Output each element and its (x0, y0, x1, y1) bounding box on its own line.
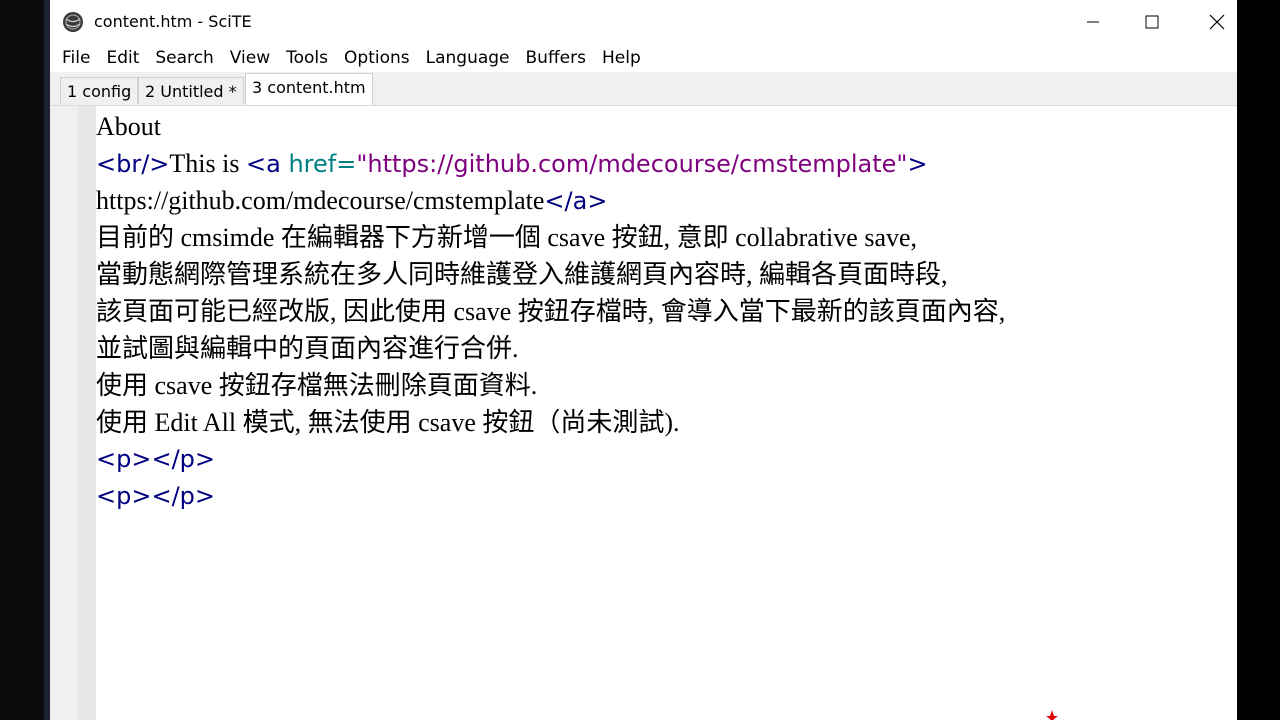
text-line-5: 當動態網際管理系統在多人同時維護登入維護網頁內容時, 編輯各頁面時段, (96, 260, 948, 289)
code-line-1: About (96, 108, 161, 145)
text-line-7: 並試圖與編輯中的頁面內容進行合併. (96, 334, 519, 363)
code-line-2: <br/>This is <a href="https://github.com… (96, 145, 928, 182)
tag-a-end: </a> (544, 187, 608, 215)
maximize-icon (1145, 15, 1159, 29)
attr-href-value: "https://github.com/mdecourse/cmstemplat… (356, 150, 908, 178)
code-line-8: 使用 csave 按鈕存檔無法刪除頁面資料. (96, 367, 537, 404)
desktop-right-edge (1237, 0, 1280, 720)
tab-content-htm[interactable]: 3 content.htm (245, 73, 373, 105)
tag-a-close-bracket: > (907, 150, 928, 178)
code-line-9: 使用 Edit All 模式, 無法使用 csave 按鈕（尚未測試). (96, 404, 680, 441)
code-line-4: 目前的 cmsimde 在編輯器下方新增一個 csave 按鈕, 意即 coll… (96, 219, 917, 256)
attr-href: href= (288, 150, 357, 178)
title-bar[interactable]: content.htm - SciTE (50, 0, 1237, 44)
text-line-6: 該頁面可能已經改版, 因此使用 csave 按鈕存檔時, 會導入當下最新的該頁面… (96, 297, 1006, 326)
minimize-button[interactable] (1065, 0, 1121, 44)
minimize-icon (1087, 21, 1099, 23)
fold-margin[interactable] (78, 106, 96, 720)
scite-window: content.htm - SciTE File Edit Search Vie… (50, 0, 1237, 720)
menu-search[interactable]: Search (147, 44, 221, 72)
code-line-11: <p></p> (96, 478, 215, 515)
window-title: content.htm - SciTE (94, 12, 252, 31)
text-line-4: 目前的 cmsimde 在編輯器下方新增一個 csave 按鈕, 意即 coll… (96, 223, 918, 252)
scite-app-icon (63, 12, 83, 32)
text-link-url: https://github.com/mdecourse/cmstemplate (96, 186, 545, 215)
menu-language[interactable]: Language (418, 44, 518, 72)
tab-config[interactable]: 1 config (60, 77, 139, 104)
buffer-tab-bar: 1 config 2 Untitled * 3 content.htm (50, 72, 1237, 106)
menu-options[interactable]: Options (336, 44, 418, 72)
tag-p-pair-2: <p></p> (96, 482, 215, 510)
menu-bar: File Edit Search View Tools Options Lang… (50, 44, 1237, 72)
menu-tools[interactable]: Tools (278, 44, 336, 72)
tag-p-pair-1: <p></p> (96, 445, 215, 473)
code-line-3: https://github.com/mdecourse/cmstemplate… (96, 182, 607, 219)
menu-buffers[interactable]: Buffers (518, 44, 594, 72)
tab-untitled[interactable]: 2 Untitled * (138, 77, 244, 104)
code-line-5: 當動態網際管理系統在多人同時維護登入維護網頁內容時, 編輯各頁面時段, (96, 256, 948, 293)
menu-edit[interactable]: Edit (98, 44, 147, 72)
line-number-margin[interactable] (50, 106, 78, 720)
red-pointer-marker-icon (1046, 710, 1058, 720)
code-line-6: 該頁面可能已經改版, 因此使用 csave 按鈕存檔時, 會導入當下最新的該頁面… (96, 293, 1005, 330)
menu-help[interactable]: Help (594, 44, 649, 72)
close-button[interactable] (1189, 0, 1237, 44)
editor-text-area[interactable]: About <br/>This is <a href="https://gith… (96, 106, 1237, 720)
tag-a-open: <a (245, 150, 289, 178)
text-line-9: 使用 Edit All 模式, 無法使用 csave 按鈕（尚未測試). (96, 408, 680, 437)
menu-file[interactable]: File (50, 44, 98, 72)
maximize-button[interactable] (1124, 0, 1180, 44)
text-this-is: This is (169, 149, 246, 178)
tag-br: <br/> (96, 150, 170, 178)
desktop-left-edge (0, 0, 44, 720)
code-line-10: <p></p> (96, 441, 215, 478)
text-line-8: 使用 csave 按鈕存檔無法刪除頁面資料. (96, 371, 538, 400)
text-about: About (96, 112, 161, 141)
close-icon (1209, 14, 1225, 30)
code-line-7: 並試圖與編輯中的頁面內容進行合併. (96, 330, 519, 367)
menu-view[interactable]: View (222, 44, 278, 72)
